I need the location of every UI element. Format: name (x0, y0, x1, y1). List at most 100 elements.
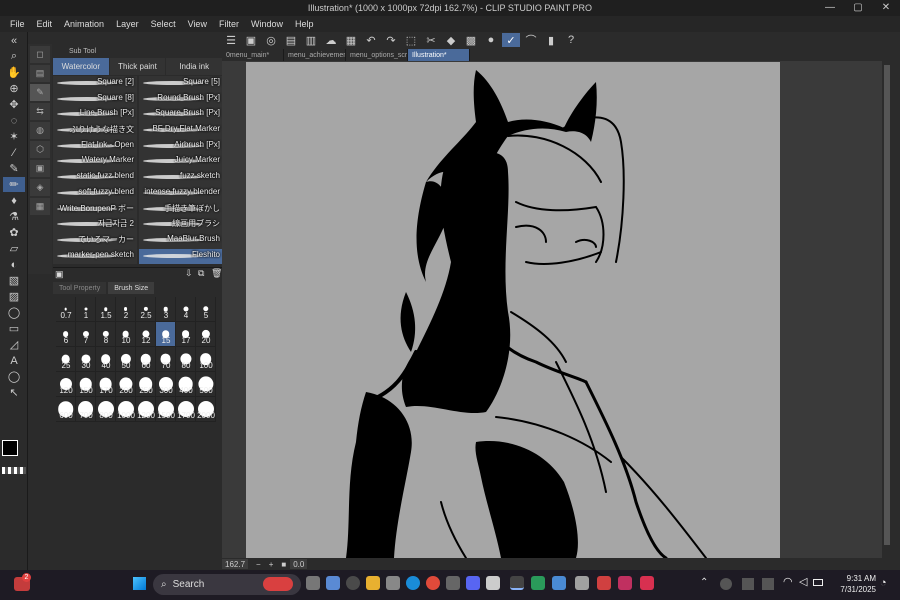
menu-animation[interactable]: Animation (58, 19, 110, 29)
brush-item[interactable]: ぷりけうな描き文 (53, 123, 137, 139)
brush-size-item[interactable]: 1200 (136, 397, 156, 422)
brush-size-item[interactable]: 1 (76, 297, 96, 322)
menu-select[interactable]: Select (145, 19, 182, 29)
brush-item[interactable]: marker-pen sketch (53, 248, 137, 265)
correct-line-icon[interactable]: ↖ (3, 385, 25, 400)
blend-icon[interactable]: ◐ (3, 257, 25, 272)
ruler-icon[interactable]: ▮ (542, 33, 560, 47)
main-color[interactable] (2, 440, 18, 456)
brush-size-item[interactable]: 15 (156, 322, 176, 347)
chevron-up-icon[interactable]: ⌃ (700, 577, 708, 588)
doc-tab[interactable]: menu_options_screen (346, 49, 408, 61)
brush-item[interactable]: Round Brush [Px] (139, 91, 223, 108)
brush-size-item[interactable]: 8 (96, 322, 116, 347)
tray-icon-2[interactable] (742, 578, 754, 590)
maximize-icon[interactable]: ▢ (844, 0, 872, 16)
tray-icon-3[interactable] (762, 578, 774, 590)
brush-icon[interactable]: ♦ (3, 193, 25, 208)
redo-icon[interactable]: ↷ (382, 33, 400, 47)
brush-size-item[interactable]: 50 (116, 347, 136, 372)
start-icon[interactable] (133, 577, 146, 590)
tab-brush-size[interactable]: Brush Size (108, 282, 155, 294)
brush-size-item[interactable]: 80 (176, 347, 196, 372)
figure-icon[interactable]: ◯ (3, 305, 25, 320)
brush-item[interactable]: Fleshito (139, 248, 223, 265)
app-icon-7[interactable] (618, 576, 632, 590)
brush-size-item[interactable]: 6 (56, 322, 76, 347)
chrome-icon[interactable] (426, 576, 440, 590)
export-icon[interactable]: ▦ (342, 33, 360, 47)
battery-icon[interactable] (813, 579, 823, 586)
zoom-out-icon[interactable]: − (256, 560, 261, 569)
stop-icon[interactable]: ● (482, 33, 500, 47)
brush-size-item[interactable]: 500 (196, 372, 216, 397)
airbrush-icon[interactable]: ⚗ (3, 209, 25, 224)
menu-view[interactable]: View (182, 19, 213, 29)
brush-size-item[interactable]: 100 (196, 347, 216, 372)
brush-size-item[interactable]: 3 (156, 297, 176, 322)
discord-icon[interactable] (466, 576, 480, 590)
brush-size-item[interactable]: 17 (176, 322, 196, 347)
brush-item[interactable]: MaaBlur Brush (139, 232, 223, 249)
object-icon[interactable]: ⊕ (3, 81, 25, 96)
color-chips[interactable] (2, 440, 28, 480)
doc-tab[interactable]: 0menu_main* (222, 49, 284, 61)
menu-edit[interactable]: Edit (31, 19, 59, 29)
tab-india-ink[interactable]: India ink (166, 58, 223, 75)
brush-size-item[interactable]: 1000 (116, 397, 136, 422)
close-icon[interactable]: ✕ (872, 0, 900, 16)
group-icon-4[interactable]: ⇆ (30, 103, 50, 120)
group-icon-5[interactable]: ◍ (30, 122, 50, 139)
new-file-icon[interactable]: ▤ (282, 33, 300, 47)
brush-size-item[interactable]: 30 (76, 347, 96, 372)
app-icon-2[interactable] (446, 576, 460, 590)
group-icon-2[interactable]: ▤ (30, 65, 50, 82)
zoom-in-icon[interactable]: + (269, 560, 274, 569)
view-icon[interactable]: ◎ (262, 33, 280, 47)
menu-layer[interactable]: Layer (110, 19, 145, 29)
brush-size-item[interactable]: 700 (76, 397, 96, 422)
brush-item[interactable]: Write BorupenP ボー (53, 201, 137, 218)
menu-icon[interactable]: ☰ (222, 33, 240, 47)
zoom-icon[interactable]: ⌕ (3, 49, 25, 64)
help-icon[interactable]: ? (562, 33, 580, 47)
copy-sub-tool-icon[interactable]: ⇩ (185, 268, 193, 279)
move-icon[interactable]: ✥ (3, 97, 25, 112)
brush-item[interactable]: Flat Ink - Open (53, 138, 137, 155)
brush-size-item[interactable]: 1500 (156, 397, 176, 422)
taskbar-search[interactable]: ⌕ Search (153, 574, 301, 595)
brush-item[interactable]: BF Dry Flat Marker (139, 123, 223, 139)
chat-icon[interactable] (346, 576, 360, 590)
brush-size-item[interactable]: 400 (176, 372, 196, 397)
scroll-thumb[interactable] (884, 65, 890, 545)
stabilizer-icon[interactable]: ✓ (502, 33, 520, 47)
clip-studio-icon[interactable] (510, 576, 524, 590)
group-icon-8[interactable]: ◈ (30, 179, 50, 196)
brush-item[interactable]: Line Brush [Px] (53, 107, 137, 124)
trash-icon[interactable]: 🗑 (211, 268, 222, 279)
task-view-icon[interactable] (306, 576, 320, 590)
deselect-icon[interactable]: ⬚ (402, 33, 420, 47)
brush-item[interactable]: Square [8] (53, 91, 137, 108)
brush-size-item[interactable]: 12 (136, 322, 156, 347)
app-icon-3[interactable] (531, 576, 545, 590)
tab-thick-paint[interactable]: Thick paint (109, 58, 166, 75)
tab-watercolor[interactable]: Watercolor (53, 58, 109, 75)
pen-pressure-icon[interactable]: ⌒ (522, 33, 540, 47)
brush-size-item[interactable]: 600 (56, 397, 76, 422)
brush-item[interactable]: Square [2] (53, 76, 137, 92)
brush-size-item[interactable]: 25 (56, 347, 76, 372)
obs-icon[interactable] (486, 576, 500, 590)
brush-size-item[interactable]: 800 (96, 397, 116, 422)
eyedropper-icon[interactable]: ⁄ (3, 145, 25, 160)
brush-size-item[interactable]: 40 (96, 347, 116, 372)
open-icon[interactable]: ▥ (302, 33, 320, 47)
brush-item[interactable]: Airbrush [Px] (139, 138, 223, 155)
fill-tool-icon[interactable]: ▧ (3, 273, 25, 288)
brush-item[interactable]: Watery Marker (53, 154, 137, 171)
brush-size-item[interactable]: 60 (136, 347, 156, 372)
sub-tool-settings-icon[interactable]: ▣ (55, 269, 64, 280)
brush-size-item[interactable]: 2.5 (136, 297, 156, 322)
decoration-icon[interactable]: ✿ (3, 225, 25, 240)
brush-item[interactable]: Square Brush [Px] (139, 107, 223, 124)
